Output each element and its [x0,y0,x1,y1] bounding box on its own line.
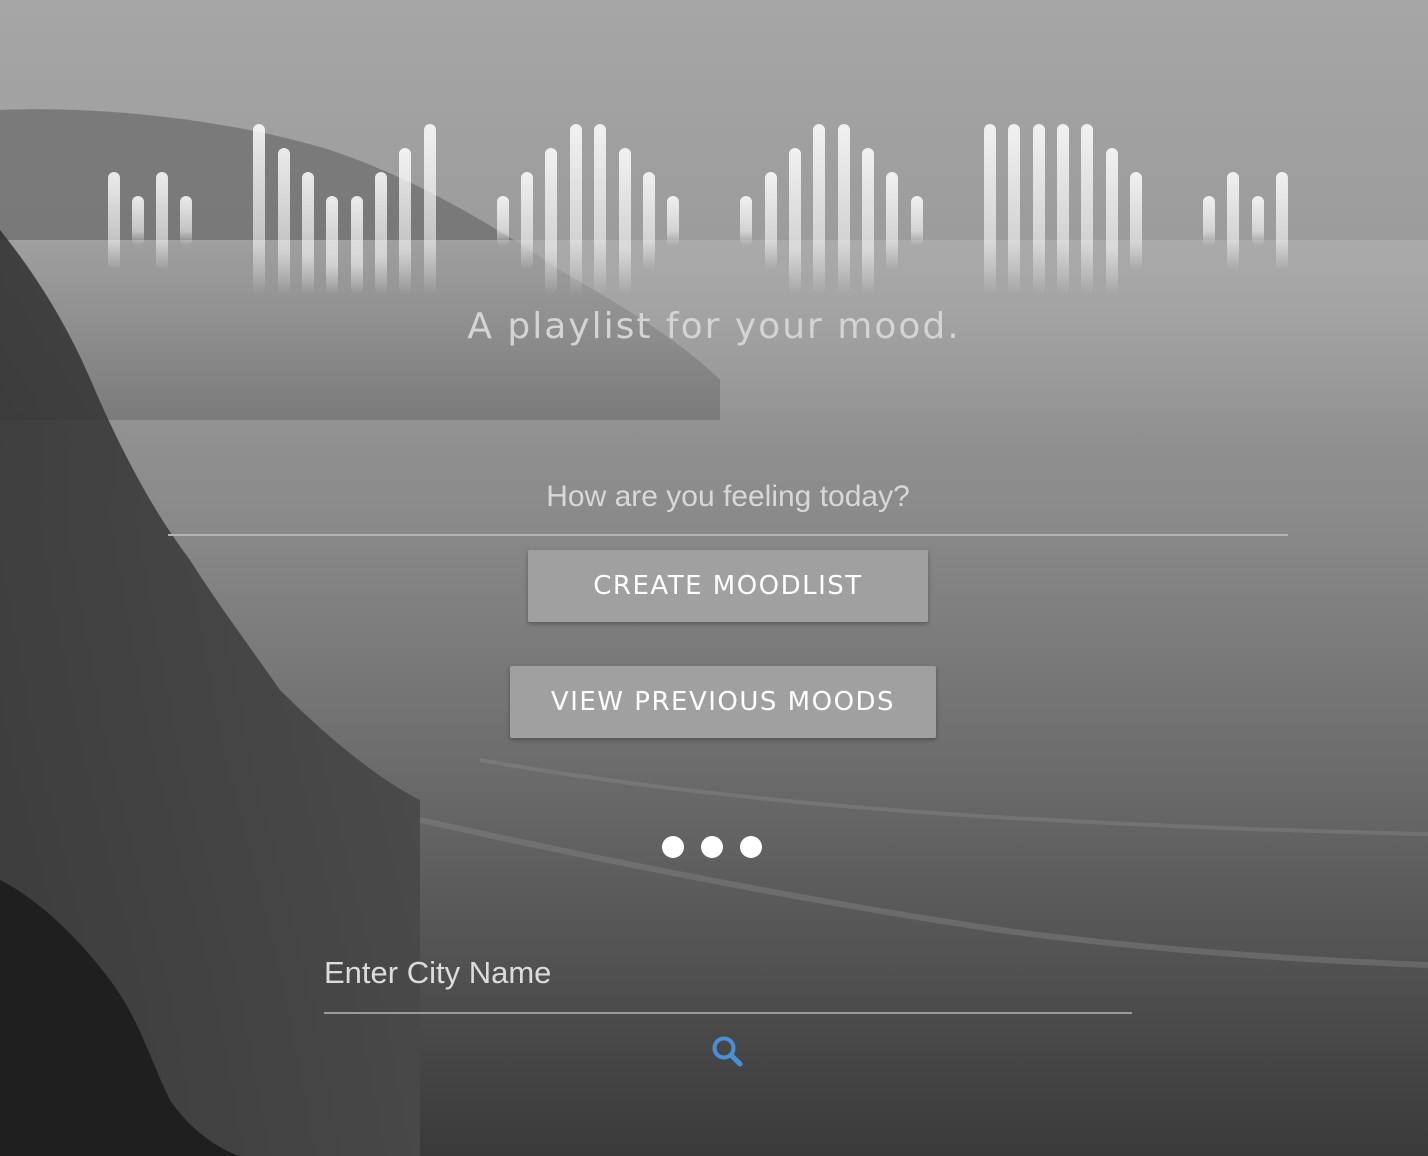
loading-dot [701,836,723,858]
view-previous-moods-button[interactable]: VIEW PREVIOUS MOODS [510,666,936,738]
mood-field[interactable] [168,460,1288,536]
equalizer-logo [0,120,1428,300]
loading-indicator [0,836,1428,858]
city-input[interactable] [324,934,1132,1012]
city-field[interactable] [324,934,1132,1014]
create-moodlist-button[interactable]: CREATE MOODLIST [528,550,928,622]
loading-dot [662,836,684,858]
mood-input[interactable] [168,460,1288,534]
loading-dot [740,836,762,858]
search-button[interactable] [706,1030,748,1072]
tagline: A playlist for your mood. [467,306,961,347]
search-icon [712,1036,743,1067]
